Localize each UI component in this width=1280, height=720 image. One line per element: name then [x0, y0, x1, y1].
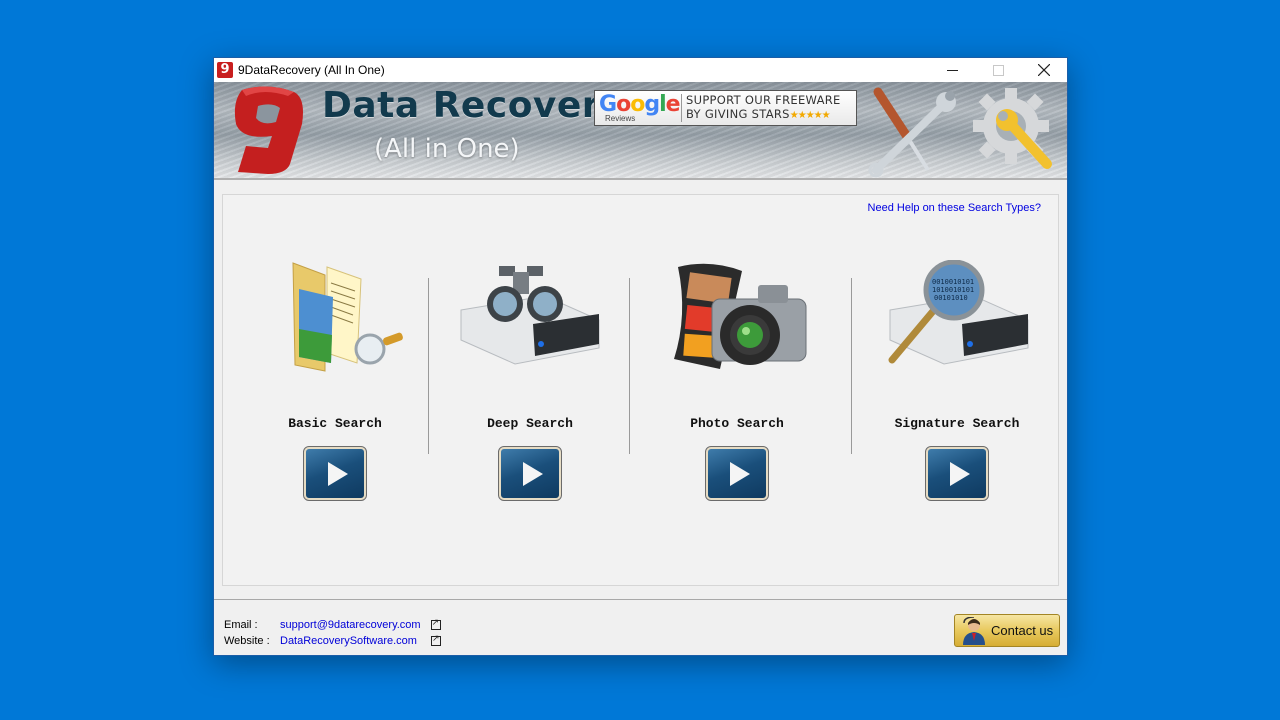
- photo-search-option: Photo Search: [637, 250, 837, 510]
- drive-binoculars-icon: [460, 266, 600, 365]
- folder-search-icon: [292, 261, 403, 372]
- website-link[interactable]: DataRecoverySoftware.com: [280, 635, 417, 647]
- app-icon: 9: [217, 62, 233, 78]
- tools-icon: [868, 87, 956, 178]
- logo-9-icon: [234, 86, 303, 174]
- badge-line-2: BY GIVING STARS★★★★★: [686, 107, 841, 123]
- contact-us-button[interactable]: Contact us: [954, 614, 1060, 647]
- minimize-icon: [946, 69, 958, 71]
- stars-icon: ★★★★★: [789, 110, 831, 121]
- drive-magnifier-icon: 0010010101 1010010101 00101010: [888, 260, 1029, 365]
- signature-search-label: Signature Search: [894, 416, 1020, 431]
- deep-search-label: Deep Search: [487, 416, 573, 431]
- google-reviews-label: Reviews: [605, 114, 636, 123]
- title-bar: 9 9DataRecovery (All In One): [214, 58, 1067, 82]
- brand-title: Data Recovery: [322, 85, 625, 126]
- signature-search-option: 0010010101 1010010101 00101010 Signature…: [857, 250, 1057, 510]
- support-person-icon: [963, 616, 985, 645]
- close-icon: [1038, 64, 1050, 76]
- brand-subtitle: (All in One): [374, 134, 520, 164]
- gear-icon: [973, 88, 1052, 169]
- email-row: Email : support@9datarecovery.com: [224, 617, 441, 633]
- svg-text:1010010101: 1010010101: [932, 286, 974, 294]
- photo-search-image: [637, 250, 837, 380]
- badge-line-1: SUPPORT OUR FREEWARE: [686, 93, 841, 107]
- camera-film-icon: [674, 263, 807, 369]
- deep-search-option: Deep Search: [430, 250, 630, 510]
- email-link[interactable]: support@9datarecovery.com: [280, 619, 421, 631]
- maximize-button[interactable]: [975, 58, 1021, 82]
- signature-search-start-button[interactable]: [925, 446, 989, 501]
- basic-search-option: Basic Search: [235, 250, 435, 510]
- app-window: 9 9DataRecovery (All In One) Data Recove…: [213, 57, 1068, 656]
- external-link-icon[interactable]: [430, 617, 441, 630]
- google-reviews-badge[interactable]: Google Reviews SUPPORT OUR FREEWARE BY G…: [594, 90, 857, 126]
- contact-us-label: Contact us: [991, 623, 1054, 638]
- search-types-help-link[interactable]: Need Help on these Search Types?: [868, 202, 1041, 214]
- svg-text:00101010: 00101010: [934, 294, 968, 302]
- deep-search-image: [430, 250, 630, 380]
- website-label: Website :: [224, 635, 270, 647]
- website-row: Website : DataRecoverySoftware.com: [224, 633, 441, 649]
- svg-text:0010010101: 0010010101: [932, 278, 974, 286]
- window-controls: [929, 58, 1067, 82]
- basic-search-start-button[interactable]: [303, 446, 367, 501]
- basic-search-label: Basic Search: [288, 416, 382, 431]
- column-divider: [629, 278, 630, 454]
- badge-text: SUPPORT OUR FREEWARE BY GIVING STARS★★★★…: [686, 93, 841, 123]
- badge-line-2-text: BY GIVING STARS: [686, 107, 790, 121]
- google-logo: Google Reviews: [595, 91, 681, 125]
- email-label: Email :: [224, 619, 258, 631]
- search-types-panel: Need Help on these Search Types? Basic S…: [222, 194, 1059, 586]
- signature-search-image: 0010010101 1010010101 00101010: [857, 250, 1057, 380]
- header-banner: Data Recovery (All in One) Google Review…: [214, 82, 1067, 180]
- maximize-icon: [992, 64, 1004, 76]
- column-divider: [851, 278, 852, 454]
- contact-info: Email : support@9datarecovery.com Websit…: [224, 617, 441, 649]
- window-title: 9DataRecovery (All In One): [238, 63, 385, 77]
- basic-search-image: [235, 250, 435, 380]
- external-link-icon[interactable]: [430, 633, 441, 646]
- minimize-button[interactable]: [929, 58, 975, 82]
- photo-search-start-button[interactable]: [705, 446, 769, 501]
- footer-divider: [214, 599, 1067, 600]
- column-divider: [428, 278, 429, 454]
- photo-search-label: Photo Search: [690, 416, 784, 431]
- deep-search-start-button[interactable]: [498, 446, 562, 501]
- close-button[interactable]: [1021, 58, 1067, 82]
- badge-separator: [681, 94, 682, 122]
